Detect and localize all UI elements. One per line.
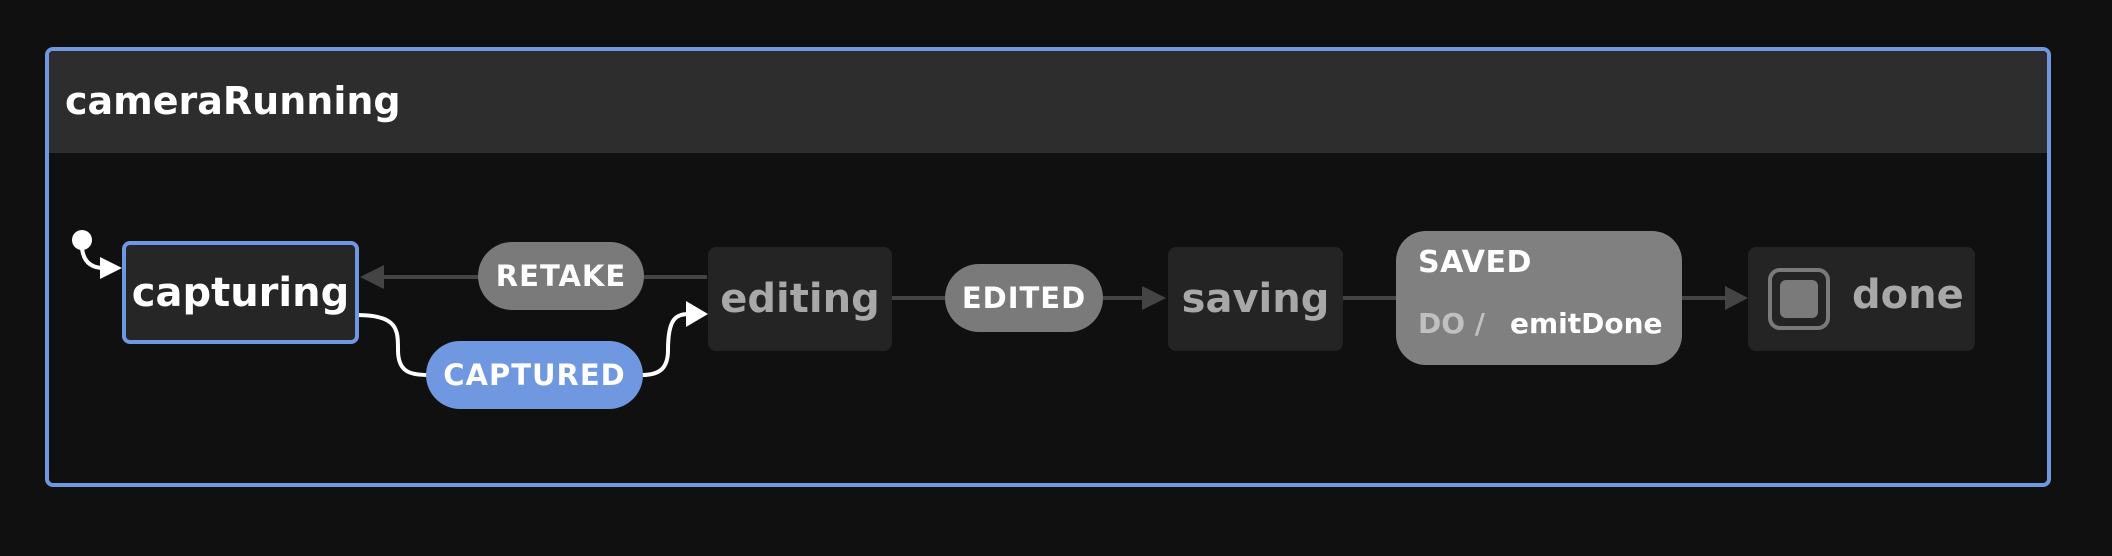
- event-edited[interactable]: EDITED: [945, 264, 1103, 332]
- state-saving-label: saving: [1181, 276, 1330, 322]
- retake-arrow: [360, 265, 384, 289]
- edited-arrow: [1142, 286, 1166, 310]
- event-saved-action: emitDone: [1510, 307, 1663, 340]
- captured-arrow: [686, 301, 708, 327]
- captured-edge-right: [641, 312, 691, 377]
- state-capturing-label: capturing: [131, 269, 350, 316]
- captured-edge-left: [356, 313, 429, 377]
- state-editing[interactable]: editing: [708, 247, 892, 351]
- final-state-icon: [1768, 268, 1830, 330]
- event-captured[interactable]: CAPTURED: [426, 341, 643, 409]
- state-editing-label: editing: [720, 276, 880, 322]
- initial-transition-arrow: [100, 257, 122, 279]
- final-state-icon-inner: [1780, 280, 1818, 318]
- event-retake[interactable]: RETAKE: [478, 242, 644, 310]
- initial-state-dot: [72, 230, 92, 250]
- event-retake-label: RETAKE: [495, 259, 627, 293]
- event-captured-label: CAPTURED: [443, 358, 626, 392]
- event-saved[interactable]: SAVED DO / emitDone: [1396, 231, 1682, 365]
- event-edited-label: EDITED: [961, 281, 1087, 315]
- saved-arrow: [1725, 286, 1748, 310]
- event-saved-label: SAVED: [1418, 245, 1532, 280]
- event-saved-do-label: DO /: [1418, 307, 1486, 340]
- state-done-label: done: [1852, 272, 1964, 318]
- state-capturing[interactable]: capturing: [122, 241, 359, 344]
- state-saving[interactable]: saving: [1168, 247, 1343, 351]
